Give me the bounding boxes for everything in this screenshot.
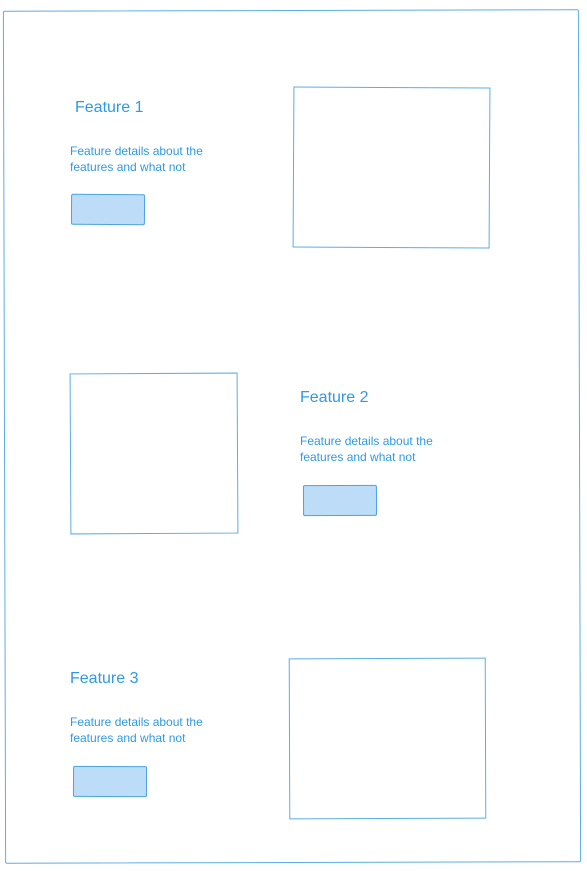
feature-2-image-placeholder [69, 372, 239, 535]
feature-1-button[interactable] [70, 193, 146, 226]
feature-2-button[interactable] [302, 484, 378, 517]
feature-1-image-placeholder [292, 86, 491, 249]
feature-1-description: Feature details about the features and w… [70, 144, 203, 174]
feature-2-title: Feature 2 [300, 389, 369, 406]
feature-3-description: Feature details about the features and w… [70, 715, 203, 745]
feature-1-title: Feature 1 [75, 99, 144, 116]
feature-3-title: Feature 3 [70, 670, 139, 687]
feature-3-image-placeholder [288, 657, 487, 820]
feature-3-button[interactable] [72, 765, 148, 798]
feature-2-description: Feature details about the features and w… [300, 434, 433, 464]
